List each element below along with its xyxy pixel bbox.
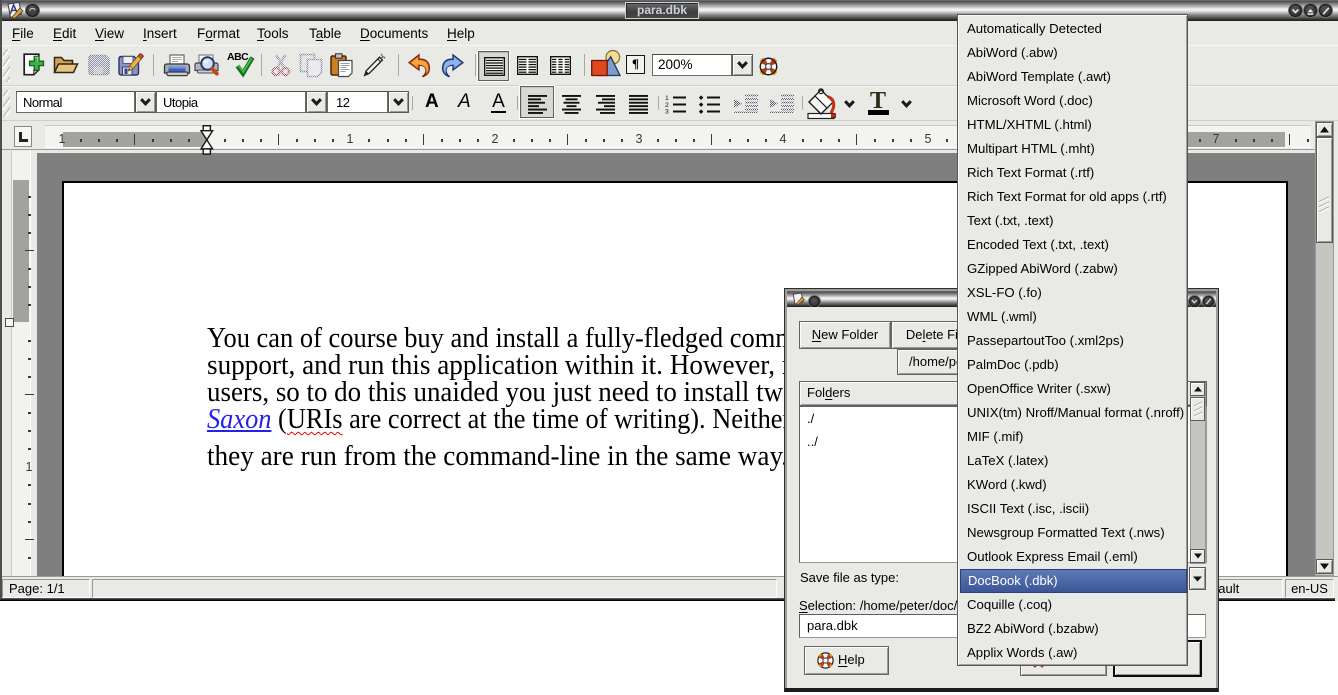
svg-text:1: 1 <box>665 95 669 102</box>
svg-text:3: 3 <box>665 109 669 116</box>
svg-text:ABC: ABC <box>227 51 249 63</box>
